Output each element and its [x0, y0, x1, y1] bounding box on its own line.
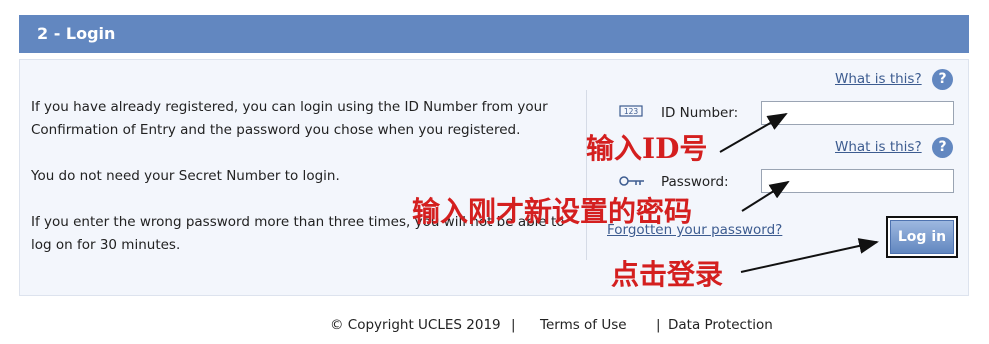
footer-separator: |: [511, 317, 516, 333]
annotation-arrows: [719, 113, 879, 273]
copyright-text: © Copyright UCLES 2019: [330, 317, 501, 333]
footer-separator: |: [656, 317, 661, 333]
arrow-to-login-button: [740, 238, 879, 273]
data-protection-link[interactable]: Data Protection: [668, 317, 773, 333]
terms-of-use-link[interactable]: Terms of Use: [540, 317, 627, 333]
arrow-to-password-input: [741, 180, 790, 212]
footer: © Copyright UCLES 2019 | Terms of Use | …: [0, 317, 989, 337]
arrow-to-id-input: [719, 113, 788, 153]
